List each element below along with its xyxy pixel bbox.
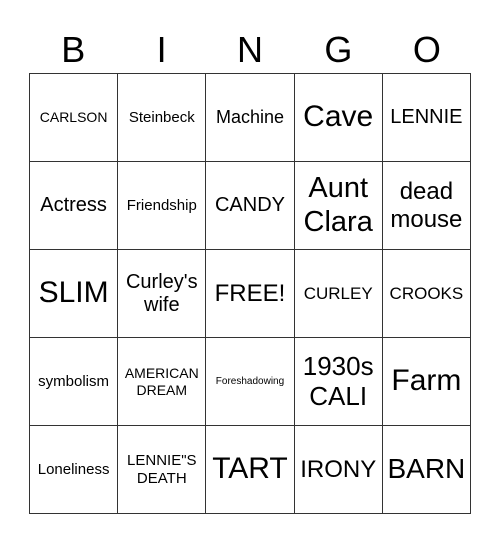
bingo-cell[interactable]: Farm xyxy=(382,338,471,426)
bingo-cell[interactable]: CANDY xyxy=(206,162,295,250)
bingo-cell[interactable]: Aunt Clara xyxy=(294,162,383,250)
bingo-cell[interactable]: CROOKS xyxy=(382,250,471,338)
bingo-cell[interactable]: LENNIE"S DEATH xyxy=(118,426,207,514)
bingo-cell[interactable]: Curley's wife xyxy=(118,250,207,338)
bingo-cell[interactable]: LENNIE xyxy=(382,74,471,162)
header-letter-o: O xyxy=(412,29,441,70)
bingo-cell[interactable]: BARN xyxy=(382,426,471,514)
bingo-cell[interactable]: AMERICAN DREAM xyxy=(118,338,207,426)
header-letter-i: I xyxy=(156,29,167,70)
free-space-cell[interactable]: FREE! xyxy=(206,250,295,338)
bingo-cell[interactable]: Machine xyxy=(206,74,295,162)
bingo-cell[interactable]: Foreshadowing xyxy=(206,338,295,426)
bingo-cell[interactable]: Loneliness xyxy=(30,426,119,514)
bingo-cell[interactable]: 1930s CALI xyxy=(294,338,383,426)
bingo-cell[interactable]: Friendship xyxy=(118,162,207,250)
header-letter-b: B xyxy=(61,29,86,70)
bingo-header: B I N G O xyxy=(29,28,471,72)
bingo-cell[interactable]: Cave xyxy=(294,74,383,162)
bingo-cell[interactable]: Steinbeck xyxy=(118,74,207,162)
bingo-cell[interactable]: IRONY xyxy=(294,426,383,514)
bingo-cell[interactable]: symbolism xyxy=(30,338,119,426)
bingo-cell[interactable]: TART xyxy=(206,426,295,514)
header-letter-n: N xyxy=(237,29,264,70)
bingo-cell[interactable]: dead mouse xyxy=(382,162,471,250)
bingo-cell[interactable]: SLIM xyxy=(30,250,119,338)
bingo-cell[interactable]: CURLEY xyxy=(294,250,383,338)
bingo-cell[interactable]: Actress xyxy=(30,162,119,250)
bingo-cell[interactable]: CARLSON xyxy=(30,74,119,162)
header-letter-g: G xyxy=(324,29,353,70)
bingo-grid: CARLSON Steinbeck Machine Cave LENNIE Ac… xyxy=(29,73,471,514)
